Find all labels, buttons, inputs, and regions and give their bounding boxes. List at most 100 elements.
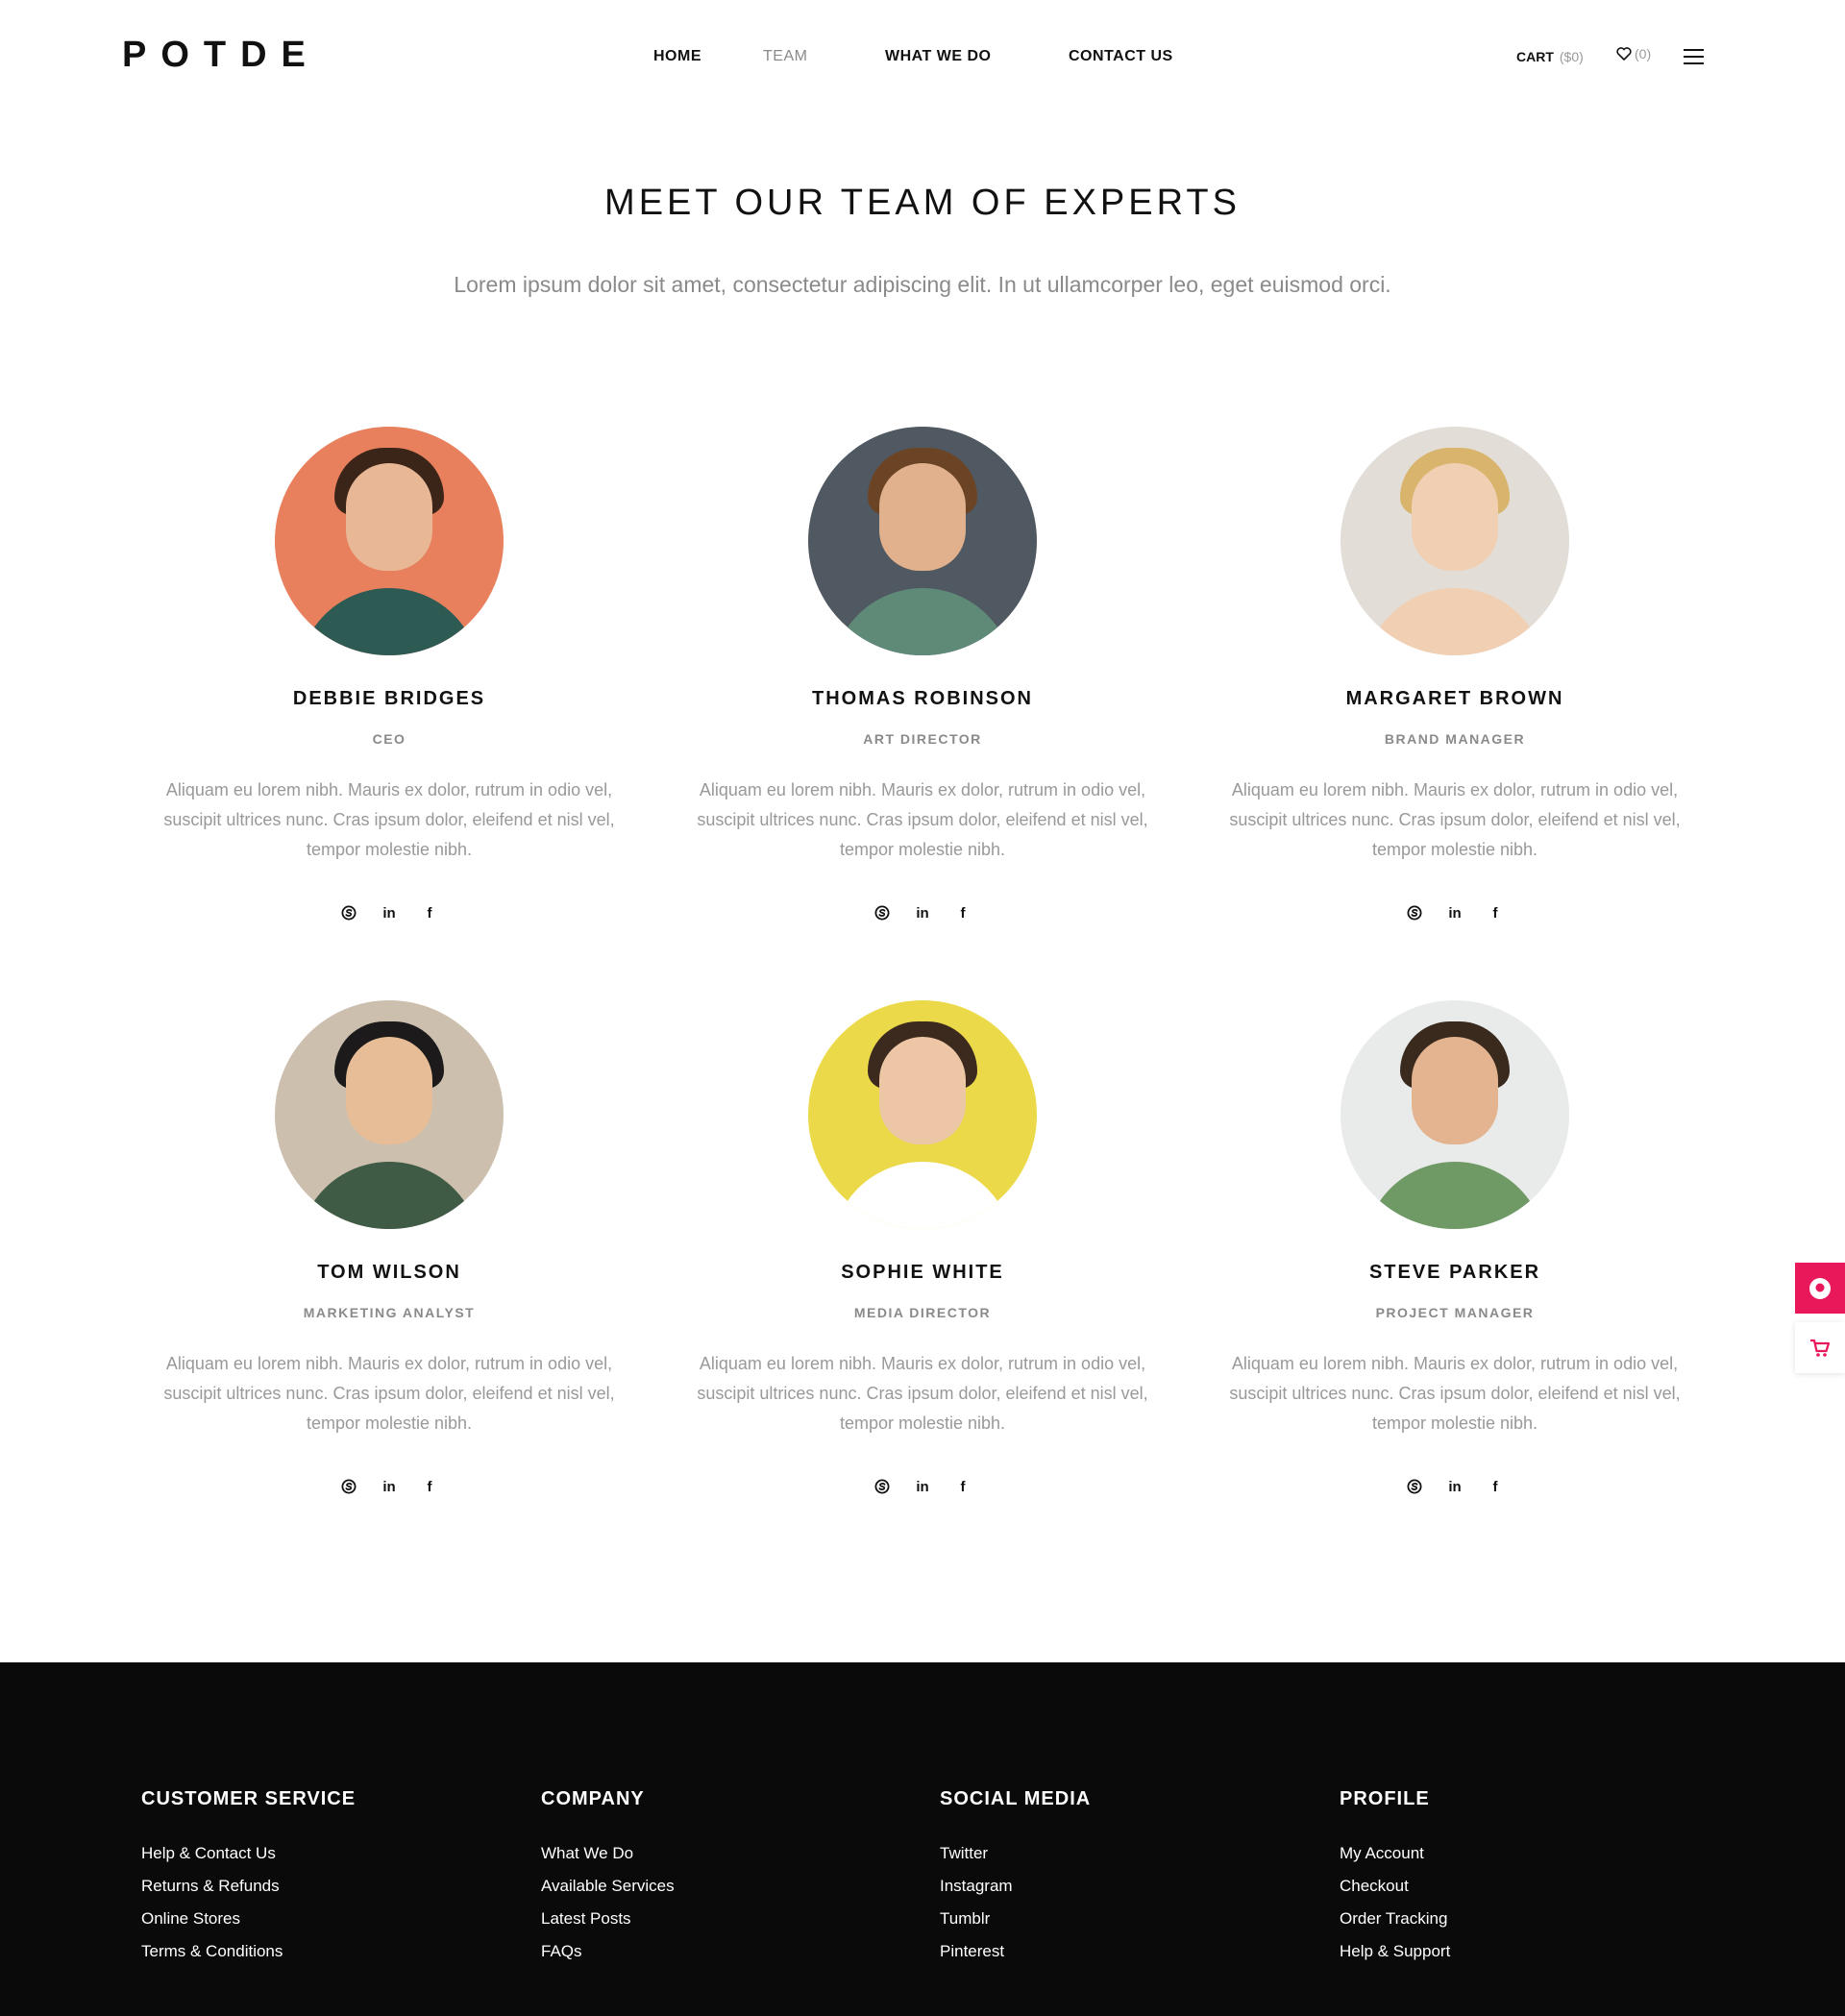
wishlist-link[interactable]: (0) [1616, 46, 1651, 61]
photo-body [831, 1162, 1014, 1229]
footer-link[interactable]: Help & Contact Us [141, 1837, 487, 1870]
social-links: in f [673, 1477, 1172, 1496]
social-links: in f [1205, 1477, 1705, 1496]
skype-icon[interactable] [339, 1477, 358, 1496]
floating-location-button[interactable] [1795, 1263, 1845, 1314]
footer-link[interactable]: Help & Support [1340, 1935, 1685, 1968]
linkedin-icon[interactable]: in [913, 1477, 932, 1496]
footer-column-profile: PROFILE My Account Checkout Order Tracki… [1340, 1788, 1685, 1968]
team-member-role: BRAND MANAGER [1384, 731, 1526, 747]
social-links: in f [139, 1477, 639, 1496]
team-photo [275, 427, 504, 655]
skype-icon[interactable] [873, 1477, 892, 1496]
photo-head [1412, 1037, 1498, 1144]
team-member-role: PROJECT MANAGER [1375, 1305, 1535, 1320]
team-card: MARGARET BROWN BRAND MANAGER Aliquam eu … [1205, 427, 1705, 922]
footer-heading: SOCIAL MEDIA [940, 1788, 1092, 1809]
team-photo [1341, 427, 1569, 655]
team-photo [275, 1000, 504, 1229]
team-member-bio: Aliquam eu lorem nibh. Mauris ex dolor, … [163, 780, 615, 859]
linkedin-icon[interactable]: in [1445, 1477, 1464, 1496]
linkedin-icon[interactable]: in [913, 903, 932, 922]
footer-link[interactable]: FAQs [541, 1935, 887, 1968]
footer-link[interactable]: Tumblr [940, 1903, 1286, 1935]
footer-link[interactable]: My Account [1340, 1837, 1685, 1870]
team-member-role: MARKETING ANALYST [303, 1305, 476, 1320]
footer-link[interactable]: Latest Posts [541, 1903, 887, 1935]
footer-link[interactable]: Online Stores [141, 1903, 487, 1935]
photo-head [346, 463, 432, 571]
linkedin-icon[interactable]: in [380, 1477, 399, 1496]
footer-link[interactable]: Pinterest [940, 1935, 1286, 1968]
footer-link[interactable]: Twitter [940, 1837, 1286, 1870]
footer-column-company: COMPANY What We Do Available Services La… [541, 1788, 887, 1968]
team-member-role: MEDIA DIRECTOR [853, 1305, 992, 1320]
location-pin-icon [1809, 1277, 1831, 1299]
facebook-icon[interactable]: f [953, 903, 972, 922]
footer-column-customer-service: CUSTOMER SERVICE Help & Contact Us Retur… [141, 1788, 487, 1968]
photo-body [1364, 1162, 1546, 1229]
footer-heading: COMPANY [541, 1788, 645, 1809]
team-member-bio: Aliquam eu lorem nibh. Mauris ex dolor, … [697, 1354, 1148, 1433]
photo-head [879, 463, 966, 571]
cart-link[interactable]: CART ($0) [1516, 49, 1584, 64]
facebook-icon[interactable]: f [420, 903, 439, 922]
footer-link[interactable]: Returns & Refunds [141, 1870, 487, 1903]
footer-heading: CUSTOMER SERVICE [141, 1788, 357, 1809]
footer-column-social-media: SOCIAL MEDIA Twitter Instagram Tumblr Pi… [940, 1788, 1286, 1968]
photo-body [1364, 588, 1546, 655]
photo-body [298, 588, 480, 655]
page-title: MEET OUR TEAM OF EXPERTS [604, 183, 1241, 223]
footer-link[interactable]: What We Do [541, 1837, 887, 1870]
footer-link[interactable]: Instagram [940, 1870, 1286, 1903]
nav-contact-us[interactable]: CONTACT US [1069, 48, 1173, 65]
team-card: SOPHIE WHITE MEDIA DIRECTOR Aliquam eu l… [673, 1000, 1172, 1496]
nav-what-we-do[interactable]: WHAT WE DO [885, 48, 991, 65]
team-member-name: SOPHIE WHITE [841, 1262, 1004, 1283]
site-header: POTDE HOME TEAM WHAT WE DO CONTACT US CA… [0, 0, 1845, 115]
linkedin-icon[interactable]: in [1445, 903, 1464, 922]
footer-link[interactable]: Terms & Conditions [141, 1935, 487, 1968]
social-links: in f [139, 903, 639, 922]
team-card: THOMAS ROBINSON ART DIRECTOR Aliquam eu … [673, 427, 1172, 922]
floating-cart-button[interactable] [1795, 1322, 1845, 1373]
team-member-name: DEBBIE BRIDGES [292, 688, 486, 709]
skype-icon[interactable] [1405, 1477, 1424, 1496]
team-card: DEBBIE BRIDGES CEO Aliquam eu lorem nibh… [139, 427, 639, 922]
footer-heading: PROFILE [1340, 1788, 1430, 1809]
team-member-name: THOMAS ROBINSON [812, 688, 1033, 709]
skype-icon[interactable] [1405, 903, 1424, 922]
nav-team[interactable]: TEAM [763, 48, 807, 65]
hamburger-menu-icon[interactable] [1684, 49, 1704, 64]
team-member-role: CEO [372, 731, 406, 747]
linkedin-icon[interactable]: in [380, 903, 399, 922]
brand-logo[interactable]: POTDE [122, 35, 320, 76]
skype-icon[interactable] [339, 903, 358, 922]
facebook-icon[interactable]: f [420, 1477, 439, 1496]
team-member-name: STEVE PARKER [1368, 1262, 1541, 1283]
skype-icon[interactable] [873, 903, 892, 922]
photo-head [879, 1037, 966, 1144]
team-member-name: MARGARET BROWN [1345, 688, 1564, 709]
footer-link[interactable]: Checkout [1340, 1870, 1685, 1903]
facebook-icon[interactable]: f [1486, 903, 1505, 922]
social-links: in f [1205, 903, 1705, 922]
team-member-role: ART DIRECTOR [863, 731, 982, 747]
nav-home[interactable]: HOME [653, 48, 701, 65]
photo-head [1412, 463, 1498, 571]
footer-link[interactable]: Order Tracking [1340, 1903, 1685, 1935]
facebook-icon[interactable]: f [953, 1477, 972, 1496]
footer-link[interactable]: Available Services [541, 1870, 887, 1903]
photo-head [346, 1037, 432, 1144]
photo-body [298, 1162, 480, 1229]
team-member-bio: Aliquam eu lorem nibh. Mauris ex dolor, … [1229, 1354, 1681, 1433]
team-card: TOM WILSON MARKETING ANALYST Aliquam eu … [139, 1000, 639, 1496]
wishlist-count: (0) [1635, 46, 1652, 61]
team-member-bio: Aliquam eu lorem nibh. Mauris ex dolor, … [1229, 780, 1681, 859]
facebook-icon[interactable]: f [1486, 1477, 1505, 1496]
social-links: in f [673, 903, 1172, 922]
team-member-name: TOM WILSON [317, 1262, 461, 1283]
photo-body [831, 588, 1014, 655]
team-member-bio: Aliquam eu lorem nibh. Mauris ex dolor, … [163, 1354, 615, 1433]
cart-icon [1810, 1339, 1831, 1357]
